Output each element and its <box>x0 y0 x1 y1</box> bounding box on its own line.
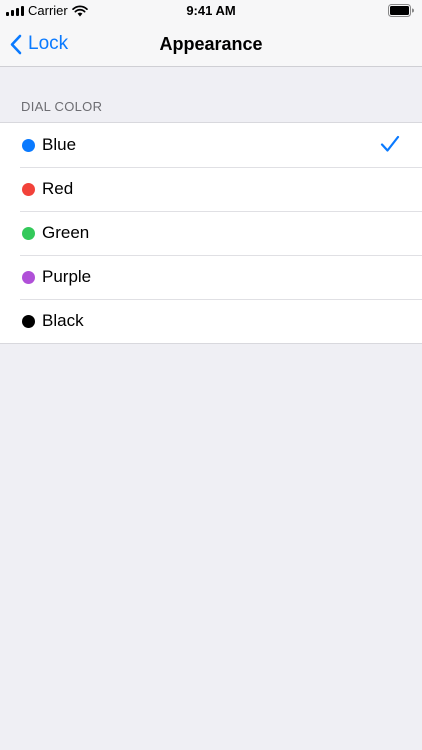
option-label: Black <box>42 311 84 330</box>
option-row-purple[interactable]: Purple <box>0 255 422 299</box>
option-row-red[interactable]: Red <box>0 167 422 211</box>
status-time: 9:41 AM <box>186 3 236 18</box>
section-header: DIAL COLOR <box>21 99 103 114</box>
option-row-green[interactable]: Green <box>0 211 422 255</box>
option-label: Blue <box>42 135 77 154</box>
checkmark-icon <box>380 135 400 152</box>
red-color-dot <box>22 182 35 196</box>
blue-color-dot <box>22 138 35 152</box>
back-button[interactable]: Lock <box>10 22 68 66</box>
option-label: Green <box>42 223 90 242</box>
option-row-blue[interactable]: Blue <box>0 123 422 167</box>
navigation-bar: Lock Appearance <box>0 22 422 67</box>
black-color-dot <box>22 314 35 328</box>
option-row-black[interactable]: Black <box>0 299 422 343</box>
back-button-label: Lock <box>28 33 69 54</box>
dial-color-list: Blue Red Green Purple Black <box>0 122 422 344</box>
option-label: Purple <box>42 267 92 286</box>
status-bar: Carrier 9:41 AM <box>0 0 422 22</box>
purple-color-dot <box>22 270 35 284</box>
chevron-left-icon <box>10 34 22 54</box>
green-color-dot <box>22 226 35 240</box>
battery-icon <box>388 4 414 17</box>
option-label: Red <box>42 179 74 198</box>
